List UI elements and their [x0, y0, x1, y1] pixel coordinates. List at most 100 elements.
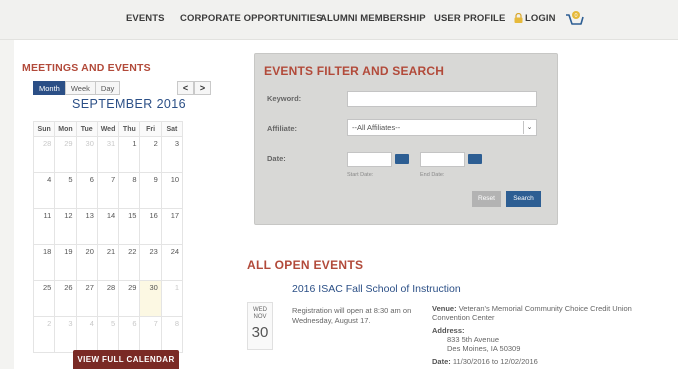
- calendar-week-row: 4 5 6 7 8 9 10: [32, 172, 184, 209]
- calendar-day[interactable]: 31: [96, 136, 120, 173]
- calendar-day[interactable]: 18: [32, 244, 56, 281]
- start-date-calendar-icon[interactable]: [395, 154, 409, 164]
- calendar-day[interactable]: 26: [54, 280, 77, 317]
- calendar-day[interactable]: 24: [160, 244, 184, 281]
- calendar-week-row: 25 26 27 28 29 30 1: [32, 280, 184, 317]
- weekday-label: Mon: [54, 121, 77, 137]
- address-label: Address:: [432, 326, 465, 335]
- address-line-2: Des Moines, IA 50309: [447, 344, 521, 353]
- event-month: NOV: [253, 314, 267, 320]
- nav-events[interactable]: EVENTS: [126, 13, 165, 24]
- calendar-day[interactable]: 2: [32, 316, 56, 353]
- calendar-day[interactable]: 29: [118, 280, 141, 317]
- calendar-day[interactable]: 21: [96, 244, 120, 281]
- all-open-events-title: ALL OPEN EVENTS: [247, 258, 364, 272]
- calendar-day[interactable]: 6: [75, 172, 98, 209]
- event-title-link[interactable]: 2016 ISAC Fall School of Instruction: [292, 283, 461, 295]
- search-button[interactable]: Search: [506, 191, 541, 207]
- start-date-label: Start Date:: [347, 172, 374, 178]
- calendar-day[interactable]: 1: [160, 280, 184, 317]
- venue-label: Venue:: [432, 304, 457, 313]
- date-label: Date:: [267, 154, 286, 163]
- calendar-day[interactable]: 17: [160, 208, 184, 245]
- calendar-day[interactable]: 8: [160, 316, 184, 353]
- calendar-day[interactable]: 5: [96, 316, 120, 353]
- calendar-day-today[interactable]: 30: [139, 280, 162, 317]
- weekday-label: Sat: [160, 121, 184, 137]
- event-date-box: WED NOV 30: [247, 302, 273, 350]
- address-line-1: 833 5th Avenue: [447, 335, 499, 344]
- next-month-button[interactable]: >: [194, 81, 211, 95]
- nav-alumni-membership[interactable]: ALUMNI MEMBERSHIP: [320, 13, 426, 24]
- date-range-value: 11/30/2016 to 12/02/2016: [452, 357, 538, 366]
- calendar-day[interactable]: 19: [54, 244, 77, 281]
- calendar-day[interactable]: 28: [96, 280, 120, 317]
- calendar-day[interactable]: 12: [54, 208, 77, 245]
- calendar-day[interactable]: 9: [139, 172, 162, 209]
- calendar-week-row: 2 3 4 5 6 7 8: [32, 316, 184, 353]
- reset-button[interactable]: Reset: [472, 191, 501, 207]
- tab-month[interactable]: Month: [33, 81, 66, 95]
- calendar-day[interactable]: 3: [160, 136, 184, 173]
- calendar-day[interactable]: 27: [75, 280, 98, 317]
- nav-corporate-opportunities[interactable]: CORPORATE OPPORTUNITIES: [180, 13, 323, 24]
- calendar-day[interactable]: 5: [54, 172, 77, 209]
- date-range-label: Date:: [432, 357, 451, 366]
- calendar-day[interactable]: 11: [32, 208, 56, 245]
- calendar-day[interactable]: 23: [139, 244, 162, 281]
- weekday-label: Fri: [139, 121, 162, 137]
- cart-count: 0: [574, 13, 577, 19]
- cart-icon[interactable]: 0: [564, 10, 586, 30]
- calendar-day[interactable]: 16: [139, 208, 162, 245]
- start-date-input[interactable]: [347, 152, 392, 167]
- affiliate-select-value: --All Affiliates--: [352, 123, 401, 132]
- calendar-week-row: 28 29 30 31 1 2 3: [32, 136, 184, 173]
- weekday-label: Wed: [96, 121, 120, 137]
- calendar-day[interactable]: 10: [160, 172, 184, 209]
- calendar-day[interactable]: 1: [118, 136, 141, 173]
- tab-week[interactable]: Week: [64, 81, 96, 95]
- view-full-calendar-button[interactable]: VIEW FULL CALENDAR: [73, 350, 179, 369]
- end-date-calendar-icon[interactable]: [468, 154, 482, 164]
- login-link[interactable]: LOGIN: [525, 13, 556, 24]
- keyword-label: Keyword:: [267, 94, 302, 103]
- calendar-day[interactable]: 13: [75, 208, 98, 245]
- affiliate-select[interactable]: --All Affiliates-- ⌄: [347, 119, 537, 136]
- prev-month-button[interactable]: <: [177, 81, 194, 95]
- calendar-day[interactable]: 4: [75, 316, 98, 353]
- calendar-day[interactable]: 3: [54, 316, 77, 353]
- calendar-day[interactable]: 30: [75, 136, 98, 173]
- weekday-header-row: Sun Mon Tue Wed Thu Fri Sat: [32, 121, 184, 137]
- calendar-month-title: SEPTEMBER 2016: [72, 97, 186, 111]
- calendar-day[interactable]: 25: [32, 280, 56, 317]
- filter-title: EVENTS FILTER AND SEARCH: [264, 64, 445, 78]
- top-nav: EVENTS CORPORATE OPPORTUNITIES ALUMNI ME…: [0, 0, 678, 40]
- calendar-day[interactable]: 20: [75, 244, 98, 281]
- lock-icon: [514, 13, 523, 23]
- calendar-day[interactable]: 6: [118, 316, 141, 353]
- calendar-day[interactable]: 8: [118, 172, 141, 209]
- calendar-week-row: 11 12 13 14 15 16 17: [32, 208, 184, 245]
- tab-day[interactable]: Day: [94, 81, 121, 95]
- event-address: Address: 833 5th Avenue Des Moines, IA 5…: [432, 326, 642, 353]
- end-date-label: End Date:: [420, 172, 445, 178]
- venue-value: Veteran's Memorial Community Choice Cred…: [432, 304, 632, 322]
- calendar-day[interactable]: 29: [54, 136, 77, 173]
- calendar-day[interactable]: 4: [32, 172, 56, 209]
- calendar-day[interactable]: 14: [96, 208, 120, 245]
- calendar-day[interactable]: 2: [139, 136, 162, 173]
- affiliate-label: Affiliate:: [267, 124, 297, 133]
- calendar-view-tabs: Month Week Day: [33, 81, 121, 95]
- nav-user-profile[interactable]: USER PROFILE: [434, 13, 505, 24]
- weekday-label: Sun: [32, 121, 56, 137]
- event-description: Registration will open at 8:30 am on Wed…: [292, 306, 412, 325]
- end-date-input[interactable]: [420, 152, 465, 167]
- event-date-range: Date: 11/30/2016 to 12/02/2016: [432, 357, 642, 366]
- event-day: 30: [251, 324, 269, 341]
- calendar-day[interactable]: 15: [118, 208, 141, 245]
- calendar-day[interactable]: 28: [32, 136, 56, 173]
- calendar-day[interactable]: 7: [96, 172, 120, 209]
- calendar-day[interactable]: 7: [139, 316, 162, 353]
- calendar-day[interactable]: 22: [118, 244, 141, 281]
- keyword-input[interactable]: [347, 91, 537, 107]
